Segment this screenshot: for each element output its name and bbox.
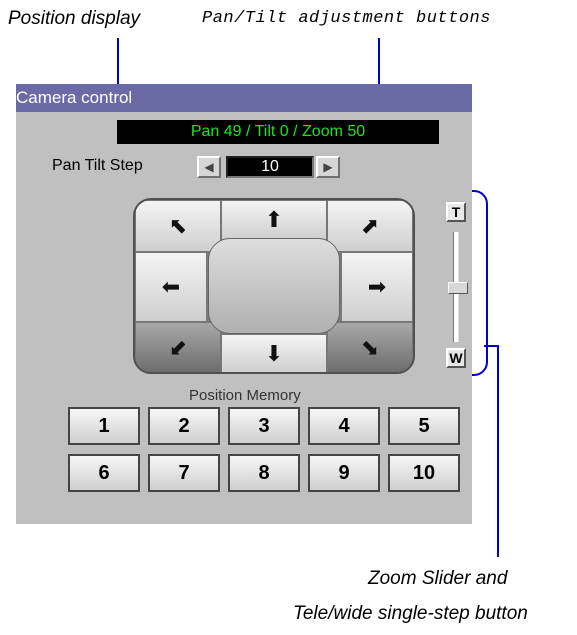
arrow-up-right-icon: ⬈ bbox=[360, 213, 380, 238]
pan-tilt-annotation: Pan/Tilt adjustment buttons bbox=[202, 9, 491, 28]
left-triangle-icon: ◀ bbox=[204, 160, 214, 174]
memory-button-10[interactable]: 10 bbox=[388, 454, 460, 492]
zoom-annotation-line1: Zoom Slider and bbox=[368, 568, 508, 589]
pan-right-button[interactable]: ➡ bbox=[341, 252, 413, 322]
memory-button-7[interactable]: 7 bbox=[148, 454, 220, 492]
arrow-left-icon: ⬅ bbox=[161, 274, 181, 299]
arrow-right-icon: ➡ bbox=[367, 274, 387, 299]
zoom-tele-button[interactable]: T bbox=[446, 202, 466, 222]
arrow-down-left-icon: ⬋ bbox=[168, 335, 188, 360]
pan-tilt-center-pad[interactable] bbox=[208, 238, 340, 334]
memory-button-1[interactable]: 1 bbox=[68, 407, 140, 445]
zoom-callout-line-v bbox=[497, 345, 499, 557]
pan-tilt-step-value[interactable]: 10 bbox=[226, 156, 314, 178]
position-display-annotation: Position display bbox=[8, 8, 141, 29]
memory-button-5[interactable]: 5 bbox=[388, 407, 460, 445]
zoom-annotation-line2: Tele/wide single-step button bbox=[293, 603, 528, 624]
arrow-down-icon: ⬇ bbox=[264, 341, 284, 366]
memory-button-8[interactable]: 8 bbox=[228, 454, 300, 492]
zoom-wide-button[interactable]: W bbox=[446, 348, 466, 368]
pan-left-button[interactable]: ⬅ bbox=[135, 252, 207, 322]
arrow-down-right-icon: ⬊ bbox=[360, 335, 380, 360]
position-display: Pan 49 / Tilt 0 / Zoom 50 bbox=[117, 120, 439, 144]
tilt-up-button[interactable]: ⬆ bbox=[221, 200, 327, 240]
position-memory-label: Position Memory bbox=[189, 387, 301, 404]
memory-button-2[interactable]: 2 bbox=[148, 407, 220, 445]
camera-control-panel: Camera control Pan 49 / Tilt 0 / Zoom 50… bbox=[16, 84, 472, 524]
right-triangle-icon: ▶ bbox=[323, 160, 333, 174]
pan-up-right-button[interactable]: ⬈ bbox=[327, 200, 413, 252]
pan-down-left-button[interactable]: ⬋ bbox=[135, 322, 221, 372]
memory-button-3[interactable]: 3 bbox=[228, 407, 300, 445]
memory-button-9[interactable]: 9 bbox=[308, 454, 380, 492]
arrow-up-icon: ⬆ bbox=[264, 207, 284, 232]
tilt-down-button[interactable]: ⬇ bbox=[221, 334, 327, 372]
memory-button-6[interactable]: 6 bbox=[68, 454, 140, 492]
zoom-slider-thumb[interactable] bbox=[448, 282, 468, 294]
pan-up-left-button[interactable]: ⬉ bbox=[135, 200, 221, 252]
pan-tilt-pad: ⬉ ⬆ ⬈ ⬅ ➡ ⬋ ⬇ ⬊ bbox=[133, 198, 415, 374]
panel-titlebar: Camera control bbox=[16, 84, 472, 112]
pan-down-right-button[interactable]: ⬊ bbox=[327, 322, 413, 372]
pan-tilt-step-label: Pan Tilt Step bbox=[52, 157, 143, 174]
step-increase-button[interactable]: ▶ bbox=[316, 156, 340, 178]
step-decrease-button[interactable]: ◀ bbox=[197, 156, 221, 178]
memory-button-4[interactable]: 4 bbox=[308, 407, 380, 445]
arrow-up-left-icon: ⬉ bbox=[168, 213, 188, 238]
